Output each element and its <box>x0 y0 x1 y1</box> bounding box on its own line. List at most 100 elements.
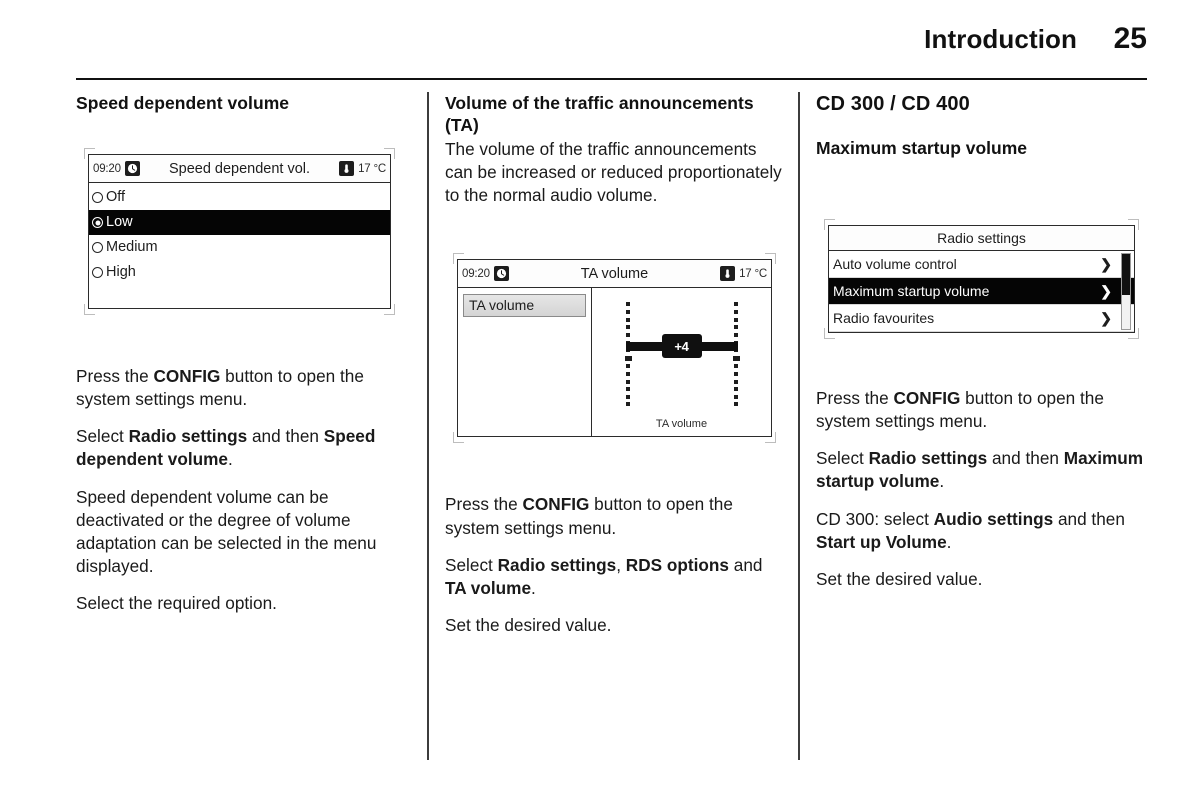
ta-volume-list-panel: TA volume <box>458 288 592 437</box>
paragraph-select-rds-options: Select Radio settings, RDS options and T… <box>445 554 763 598</box>
clock-icon <box>493 266 509 282</box>
menu-row-label: Auto volume control <box>833 256 957 273</box>
paragraph-config-button: Press the CONFIG button to open the syst… <box>445 494 733 538</box>
slider-tick <box>734 332 738 337</box>
screen-status-bar: 09:20 TA volume 17 °C <box>458 260 771 289</box>
page-title: Introduction <box>924 24 1077 54</box>
slider-tick <box>626 364 630 369</box>
manual-page: Introduction 25 Speed dependent volume 0… <box>0 0 1200 802</box>
radio-button-icon <box>92 267 103 279</box>
list-item-ta-volume[interactable]: TA volume <box>463 294 586 318</box>
screen-status-bar: 09:20 Speed dependent vol. 17 °C <box>89 155 390 184</box>
paragraph-set-value: Set the desired value. <box>816 568 983 589</box>
menu-scrollbar-thumb[interactable] <box>1122 254 1130 296</box>
figure-ta-volume: 09:20 TA volume 17 °C TA volume +4 TA vo… <box>445 245 784 452</box>
slider-caption: TA volume <box>655 418 708 431</box>
header-rule <box>76 78 1147 81</box>
paragraph-select-radio-settings: Select Radio settings and then Speed dep… <box>76 426 376 470</box>
menu-row-maximum-startup-volume[interactable]: Maximum startup volume ❯ <box>829 278 1134 306</box>
menu-row-auto-volume-control[interactable]: Auto volume control ❯ <box>829 251 1134 279</box>
ta-volume-slider[interactable]: +4 <box>592 302 771 407</box>
menu-scrollbar[interactable] <box>1121 253 1131 331</box>
slider-rail-right <box>732 302 740 407</box>
menu-row-label: Radio favourites <box>833 310 935 327</box>
slider-tick-center <box>624 355 632 361</box>
heading-maximum-startup-volume: Maximum startup volume <box>816 138 1028 158</box>
heading-ta-volume: Volume of the traffic announcements (TA) <box>445 93 754 136</box>
menu-row-label: Maximum startup volume <box>833 283 990 300</box>
column-three: CD 300 / CD 400 Maximum startup volume R… <box>798 92 1147 764</box>
slider-tick <box>626 325 630 330</box>
menu-row-radio-favourites[interactable]: Radio favourites ❯ <box>829 305 1134 333</box>
slider-tick <box>626 310 630 315</box>
column-two: Volume of the traffic announcements (TA)… <box>427 92 798 764</box>
option-row-low[interactable]: Low <box>89 210 390 236</box>
slider-tick <box>734 325 738 330</box>
chevron-right-icon: ❯ <box>1100 255 1112 272</box>
option-row-medium[interactable]: Medium <box>89 235 390 260</box>
clock-icon <box>124 161 140 177</box>
paragraph-set-value: Set the desired value. <box>445 614 612 635</box>
slider-tick <box>734 402 738 407</box>
chevron-right-icon: ❯ <box>1100 282 1112 299</box>
slider-value-handle[interactable]: +4 <box>661 334 702 359</box>
slider-tick <box>734 302 738 307</box>
outside-temperature: 17 °C <box>358 162 386 175</box>
slider-tick <box>734 387 738 392</box>
slider-tick <box>626 317 630 322</box>
status-bar-right: 17 °C <box>339 161 386 177</box>
infotainment-screen-ta-volume: 09:20 TA volume 17 °C TA volume +4 TA vo… <box>457 259 772 438</box>
infotainment-screen-speed-volume: 09:20 Speed dependent vol. 17 °C Off Low… <box>88 154 391 310</box>
content-columns: Speed dependent volume 09:20 Speed depen… <box>76 92 1147 764</box>
option-row-off[interactable]: Off <box>89 185 390 210</box>
paragraph-select-max-startup-volume: Select Radio settings and then Maximum s… <box>816 448 1144 492</box>
infotainment-screen-radio-settings: Radio settings Auto volume control ❯ Max… <box>828 225 1135 334</box>
slider-tick <box>734 379 738 384</box>
slider-tick <box>626 379 630 384</box>
option-label: Off <box>106 189 126 206</box>
slider-tick <box>626 332 630 337</box>
slider-tick <box>734 394 738 399</box>
menu-body: Auto volume control ❯ Maximum startup vo… <box>829 251 1134 333</box>
radio-button-icon <box>92 192 103 204</box>
slider-tick <box>626 371 630 376</box>
speed-volume-option-list: Off Low Medium High <box>89 183 390 285</box>
column-one: Speed dependent volume 09:20 Speed depen… <box>76 92 427 764</box>
slider-tick <box>626 402 630 407</box>
option-row-high[interactable]: High <box>89 260 390 285</box>
slider-tick <box>734 310 738 315</box>
paragraph-cd300-audio-settings: CD 300: select Audio settings and then S… <box>816 508 1125 552</box>
slider-tick <box>626 394 630 399</box>
option-label: High <box>106 264 136 281</box>
slider-tick <box>626 302 630 307</box>
slider-rail-left <box>624 302 632 407</box>
page-header: Introduction 25 <box>76 22 1147 56</box>
paragraph-config-button: Press the CONFIG button to open the syst… <box>76 366 364 410</box>
slider-tick <box>734 317 738 322</box>
radio-button-selected-icon <box>92 217 103 229</box>
heading-speed-dependent-volume: Speed dependent volume <box>76 93 290 113</box>
ta-volume-body: TA volume +4 TA volume <box>458 288 771 437</box>
status-bar-right: 17 °C <box>720 266 767 282</box>
status-bar-left: 09:20 <box>462 266 509 282</box>
slider-tick <box>734 371 738 376</box>
slider-tick <box>734 364 738 369</box>
slider-tick-center <box>732 355 740 361</box>
paragraph-config-button: Press the CONFIG button to open the syst… <box>816 388 1104 432</box>
page-number: 25 <box>1113 22 1147 55</box>
heading-cd300-cd400: CD 300 / CD 400 <box>816 93 970 115</box>
paragraph-ta-intro: The volume of the traffic announcements … <box>445 139 782 206</box>
chevron-right-icon: ❯ <box>1100 309 1112 326</box>
figure-speed-dependent-volume: 09:20 Speed dependent vol. 17 °C Off Low… <box>76 140 403 324</box>
clock-time: 09:20 <box>462 267 490 280</box>
figure-radio-settings: Radio settings Auto volume control ❯ Max… <box>816 211 1147 348</box>
ta-volume-slider-panel: +4 TA volume <box>592 288 771 436</box>
clock-time: 09:20 <box>93 162 121 175</box>
radio-button-icon <box>92 242 103 254</box>
paragraph-select-option: Select the required option. <box>76 593 277 614</box>
status-bar-left: 09:20 <box>93 161 140 177</box>
outside-temperature: 17 °C <box>739 267 767 280</box>
menu-title: Radio settings <box>829 226 1134 252</box>
slider-tick <box>626 387 630 392</box>
option-label: Medium <box>106 239 158 256</box>
